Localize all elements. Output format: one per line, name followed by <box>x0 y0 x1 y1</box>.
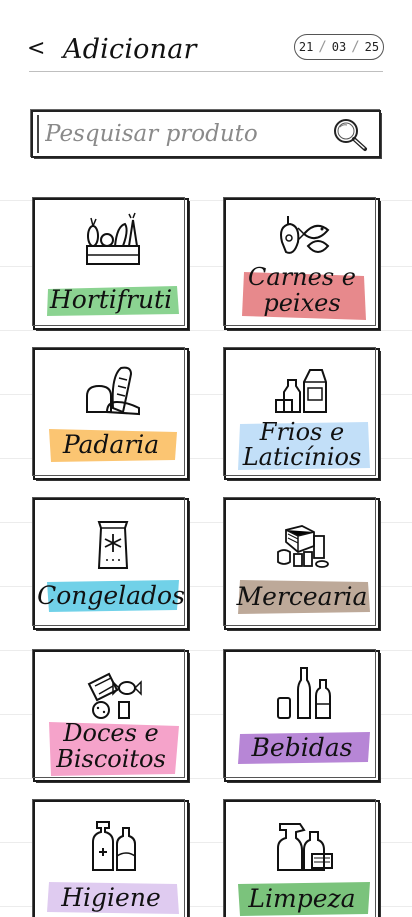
category-card-padaria[interactable]: Padaria <box>32 347 189 480</box>
category-card-doces-biscoitos[interactable]: Doces e Biscoitos <box>32 649 189 782</box>
category-label: Frios e <box>259 418 345 446</box>
category-label: Higiene <box>61 883 161 912</box>
category-card-mercearia[interactable]: Mercearia <box>223 497 380 630</box>
meat-fish-icon <box>280 216 330 254</box>
grid-line <box>0 330 412 331</box>
category-label: Hortifruti <box>49 285 173 314</box>
date-separator: / <box>351 39 360 55</box>
candy-icon <box>87 672 142 719</box>
header: < Adicionar 21 / 03 / 25 <box>0 30 412 72</box>
category-label: Carnes e <box>248 263 356 291</box>
category-label: Doces e <box>63 719 159 747</box>
search-bar[interactable] <box>31 110 381 158</box>
category-card-carnes-peixes[interactable]: Carnes e peixes <box>223 197 380 330</box>
hygiene-icon <box>92 821 136 871</box>
category-card-frios-laticinios[interactable]: Frios e Laticínios <box>223 347 380 480</box>
category-label: Mercearia <box>236 582 368 611</box>
drinks-icon <box>277 667 331 719</box>
category-label: Bebidas <box>251 733 353 762</box>
add-product-screen: < Adicionar 21 / 03 / 25 Pesquisar produ… <box>0 0 412 917</box>
bread-icon <box>86 366 140 416</box>
produce-icon <box>86 212 140 265</box>
category-label: Padaria <box>62 430 160 459</box>
category-label: Biscoitos <box>56 745 166 773</box>
frozen-icon <box>97 521 129 569</box>
category-card-bebidas[interactable]: Bebidas <box>223 649 380 782</box>
dairy-icon <box>275 369 327 413</box>
category-label: peixes <box>263 289 341 317</box>
category-label: Limpeza <box>248 884 356 913</box>
search-input[interactable] <box>45 119 315 149</box>
cleaning-icon <box>277 823 333 871</box>
back-button[interactable]: < <box>27 36 45 61</box>
grocery-icon <box>277 525 329 568</box>
date-day: 21 <box>298 40 314 54</box>
page-title: Adicionar <box>63 34 197 65</box>
category-card-congelados[interactable]: Congelados <box>32 497 189 630</box>
date-month: 03 <box>331 40 347 54</box>
category-card-hortifruti[interactable]: Hortifruti <box>32 197 189 330</box>
date-year: 25 <box>364 40 380 54</box>
category-label: Congelados <box>37 581 185 610</box>
search-icon[interactable] <box>329 116 369 154</box>
date-separator: / <box>318 39 327 55</box>
date-badge[interactable]: 21 / 03 / 25 <box>294 34 384 60</box>
header-divider <box>29 71 383 72</box>
category-card-limpeza[interactable]: Limpeza <box>223 799 380 917</box>
category-card-higiene[interactable]: Higiene <box>32 799 189 917</box>
category-label: Laticínios <box>242 443 362 471</box>
